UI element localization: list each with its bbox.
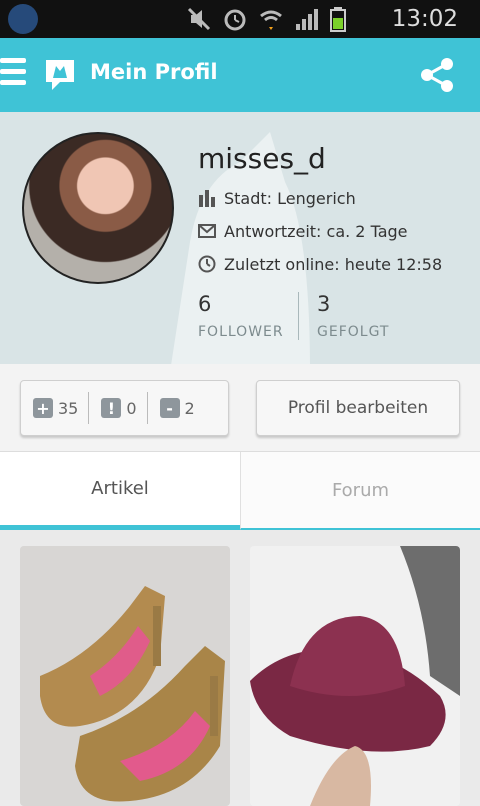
neutral-rating[interactable]: ! 0 [88, 392, 137, 424]
following-label: GEFOLGT [317, 324, 390, 340]
city-text: Stadt: Lengerich [224, 188, 356, 208]
wifi-icon [258, 6, 284, 32]
article-image-gold-heels [20, 546, 230, 806]
battery-icon [330, 6, 356, 32]
profile-actions: + 35 ! 0 - 2 Profil bearbeiten [0, 364, 480, 452]
positive-count: 35 [58, 398, 79, 418]
clock-icon [198, 255, 216, 273]
app-bar: Mein Profil [0, 38, 480, 112]
mute-icon [186, 6, 212, 32]
positive-rating[interactable]: + 35 [21, 392, 78, 424]
alarm-icon [222, 6, 248, 32]
neutral-icon: ! [101, 398, 122, 418]
avatar[interactable] [22, 132, 174, 284]
city-icon [198, 189, 216, 207]
last-online-text: Zuletzt online: heute 12:58 [224, 254, 443, 274]
reply-time-text: Antwortzeit: ca. 2 Tage [224, 221, 408, 241]
article-card[interactable] [20, 546, 230, 806]
content-tabs: Artikel Forum [0, 452, 480, 530]
tab-artikel[interactable]: Artikel [0, 452, 240, 530]
app-notification-icon [8, 4, 38, 34]
edit-profile-button[interactable]: Profil bearbeiten [256, 380, 460, 436]
negative-rating[interactable]: - 2 [146, 392, 195, 424]
followers-count: 6 [198, 292, 212, 316]
followers-label: FOLLOWER [198, 324, 284, 340]
following-count: 3 [317, 292, 331, 316]
followers-stat[interactable]: 6 FOLLOWER [198, 292, 298, 340]
neutral-count: 0 [126, 398, 137, 418]
last-online-row: Zuletzt online: heute 12:58 [198, 252, 442, 276]
minus-icon: - [159, 398, 180, 418]
app-logo-icon [42, 56, 78, 92]
negative-count: 2 [184, 398, 195, 418]
username: misses_d [198, 142, 326, 175]
reply-time-row: Antwortzeit: ca. 2 Tage [198, 219, 408, 243]
status-bar: 13:02 [0, 0, 480, 38]
status-icons [186, 6, 356, 32]
ratings-box[interactable]: + 35 ! 0 - 2 [20, 380, 229, 436]
tab-forum[interactable]: Forum [240, 452, 480, 530]
page-title: Mein Profil [90, 60, 218, 84]
menu-icon[interactable] [0, 58, 26, 90]
article-grid [0, 530, 480, 806]
clock: 13:02 [391, 6, 458, 32]
article-image-hat [250, 546, 460, 806]
following-stat[interactable]: 3 GEFOLGT [298, 292, 398, 340]
mail-icon [198, 222, 216, 240]
article-card[interactable] [250, 546, 460, 806]
profile-header: misses_d Stadt: Lengerich Antwortzeit: c… [0, 112, 480, 364]
follow-stats: 6 FOLLOWER 3 GEFOLGT [198, 292, 398, 340]
share-icon[interactable] [416, 54, 458, 96]
city-row: Stadt: Lengerich [198, 186, 356, 210]
signal-icon [294, 6, 320, 32]
plus-icon: + [33, 398, 53, 418]
